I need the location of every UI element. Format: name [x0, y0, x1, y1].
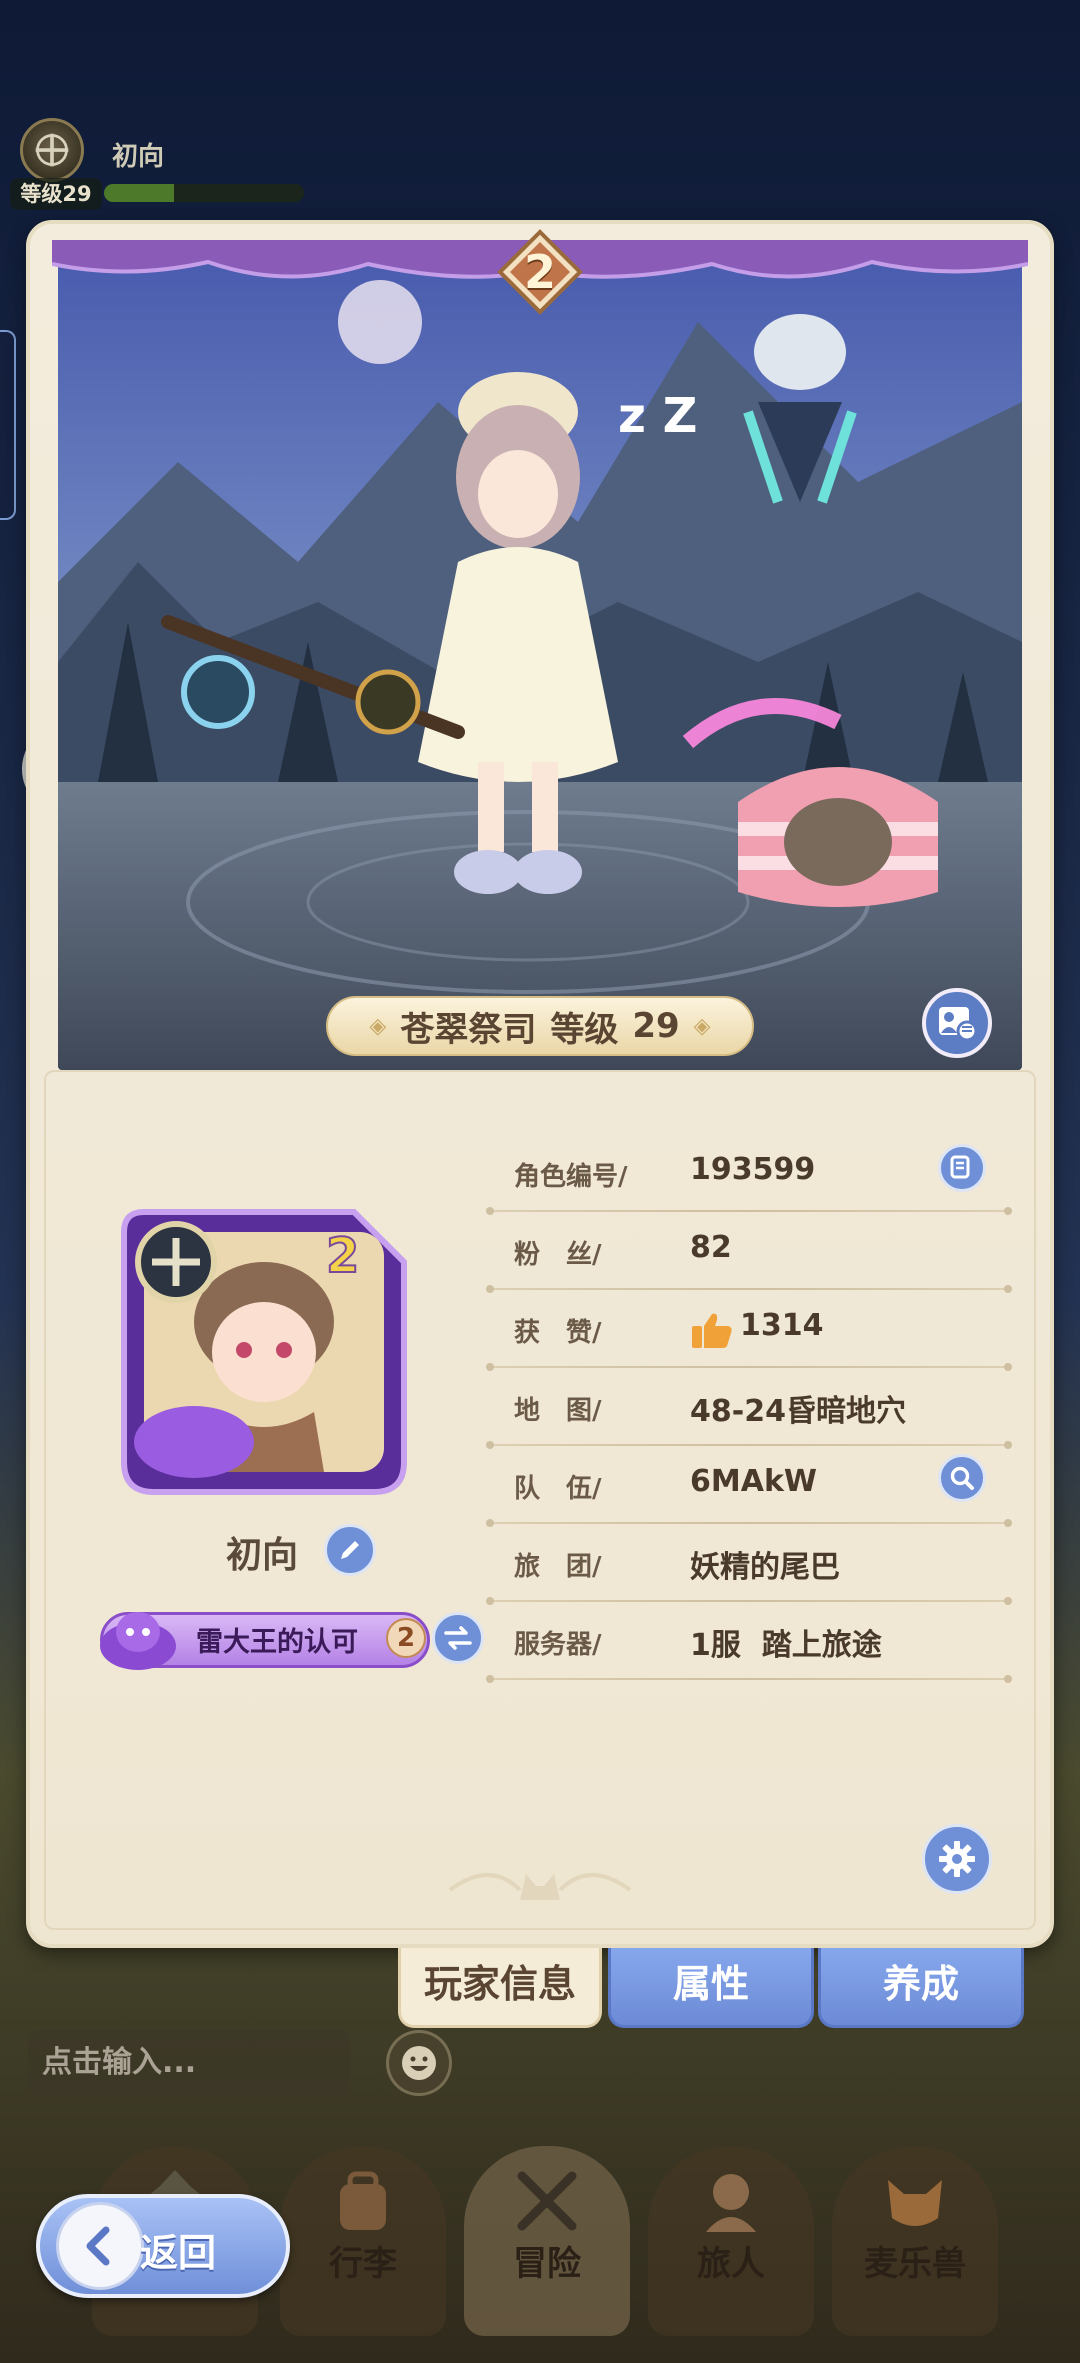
level-word: 等级	[550, 1009, 619, 1050]
copy-id-button[interactable]	[938, 1144, 986, 1192]
nav-pets-label: 麦乐兽	[864, 2244, 966, 2284]
tab-player-info[interactable]: 玩家信息	[398, 1948, 602, 2028]
player-avatar-card[interactable]: 2	[104, 1192, 424, 1512]
team-label: 队 伍/	[514, 1474, 602, 1504]
server-label: 服务器/	[514, 1630, 602, 1660]
fans-label: 粉 丝/	[514, 1240, 602, 1270]
server-value: 1服 踏上旅途	[690, 1628, 882, 1663]
crossed-swords-icon	[517, 2171, 577, 2231]
thumbs-up-icon	[692, 1313, 732, 1348]
svg-text:2: 2	[326, 1228, 359, 1284]
info-row-role-id: 角色编号/ 193599	[486, 1134, 1012, 1215]
fans-value: 82	[690, 1230, 732, 1265]
chevron-left-icon	[86, 2226, 110, 2266]
role-id-value: 193599	[690, 1152, 816, 1187]
emoji-button[interactable]	[386, 2030, 452, 2096]
hud-player-name: 初向	[112, 142, 165, 172]
traveler-portrait-icon	[706, 2174, 756, 2232]
info-row-server: 服务器/ 1服 踏上旅途	[486, 1602, 1012, 1683]
role-id-label: 角色编号/	[514, 1162, 628, 1192]
nav-adventure[interactable]: 冒险	[464, 2146, 630, 2336]
back-label: 返回	[140, 2231, 217, 2275]
hud-exp-fill	[104, 184, 174, 202]
row-divider	[486, 1675, 1012, 1683]
switch-title-button[interactable]	[432, 1612, 484, 1664]
portrait-switch-button[interactable]	[922, 988, 992, 1058]
copy-icon	[950, 1155, 970, 1179]
class-level-banner: ◈ 苍翠祭司 等级 29 ◈	[326, 996, 754, 1056]
character-showcase-scene: z Z	[58, 262, 1022, 1070]
svg-text:z Z: z Z	[618, 388, 697, 444]
map-value: 48-24昏暗地穴	[690, 1394, 906, 1429]
player-avatar-small[interactable]	[20, 118, 84, 182]
nav-travelers[interactable]: 旅人	[648, 2146, 814, 2336]
info-row-guild: 旅 团/ 妖精的尾巴	[486, 1524, 1012, 1605]
smiley-icon	[402, 2046, 436, 2080]
compass-emblem-icon	[35, 133, 69, 167]
chat-input[interactable]: 点击输入...	[28, 2030, 350, 2096]
gear-icon	[939, 1841, 975, 1877]
search-team-button[interactable]	[938, 1454, 986, 1502]
side-drawer-tab[interactable]	[0, 330, 16, 520]
pencil-icon	[341, 1541, 359, 1559]
rank-number: 2	[523, 245, 556, 299]
player-name: 初向	[226, 1535, 299, 1576]
nav-pets[interactable]: 麦乐兽	[832, 2146, 998, 2336]
nav-bag[interactable]: 行李	[280, 2146, 446, 2336]
search-icon	[950, 1466, 974, 1490]
swap-arrows-icon	[444, 1626, 472, 1650]
hud-level-badge: 等级29	[10, 178, 102, 210]
edit-name-button[interactable]	[324, 1524, 376, 1576]
cat-ornament-icon	[448, 1873, 632, 1900]
guild-value: 妖精的尾巴	[690, 1550, 840, 1585]
class-name: 苍翠祭司	[400, 1009, 537, 1050]
info-row-likes: 获 赞/ 1314	[486, 1290, 1012, 1371]
fox-pet-icon	[888, 2180, 942, 2226]
diamond-ornament-icon: ◈	[693, 1013, 711, 1039]
level-value: 29	[632, 1006, 680, 1046]
portrait-card-icon	[939, 1007, 977, 1041]
hud-exp-bar	[104, 184, 304, 202]
team-value: 6MAkW	[690, 1464, 817, 1499]
tab-training[interactable]: 养成	[818, 1948, 1024, 2028]
map-label: 地 图/	[514, 1396, 602, 1426]
purple-slime-icon	[100, 1612, 176, 1670]
nav-bag-label: 行李	[329, 2244, 397, 2284]
back-arrow-badge	[56, 2202, 144, 2290]
info-row-map: 地 图/ 48-24昏暗地穴	[486, 1368, 1012, 1449]
title-rank-number: 2	[386, 1618, 426, 1658]
player-title-text: 雷大王的认可	[196, 1627, 358, 1658]
diamond-ornament-icon: ◈	[369, 1013, 387, 1039]
backpack-icon	[340, 2171, 386, 2230]
likes-label: 获 赞/	[514, 1318, 602, 1348]
tab-attributes[interactable]: 属性	[608, 1948, 814, 2028]
settings-button[interactable]	[922, 1824, 992, 1894]
likes-value: 1314	[740, 1308, 824, 1343]
info-row-team: 队 伍/ 6MAkW	[486, 1446, 1012, 1527]
nav-travelers-label: 旅人	[697, 2244, 765, 2284]
info-row-fans: 粉 丝/ 82	[486, 1212, 1012, 1293]
nav-adventure-label: 冒险	[513, 2244, 581, 2284]
guild-label: 旅 团/	[514, 1552, 602, 1582]
